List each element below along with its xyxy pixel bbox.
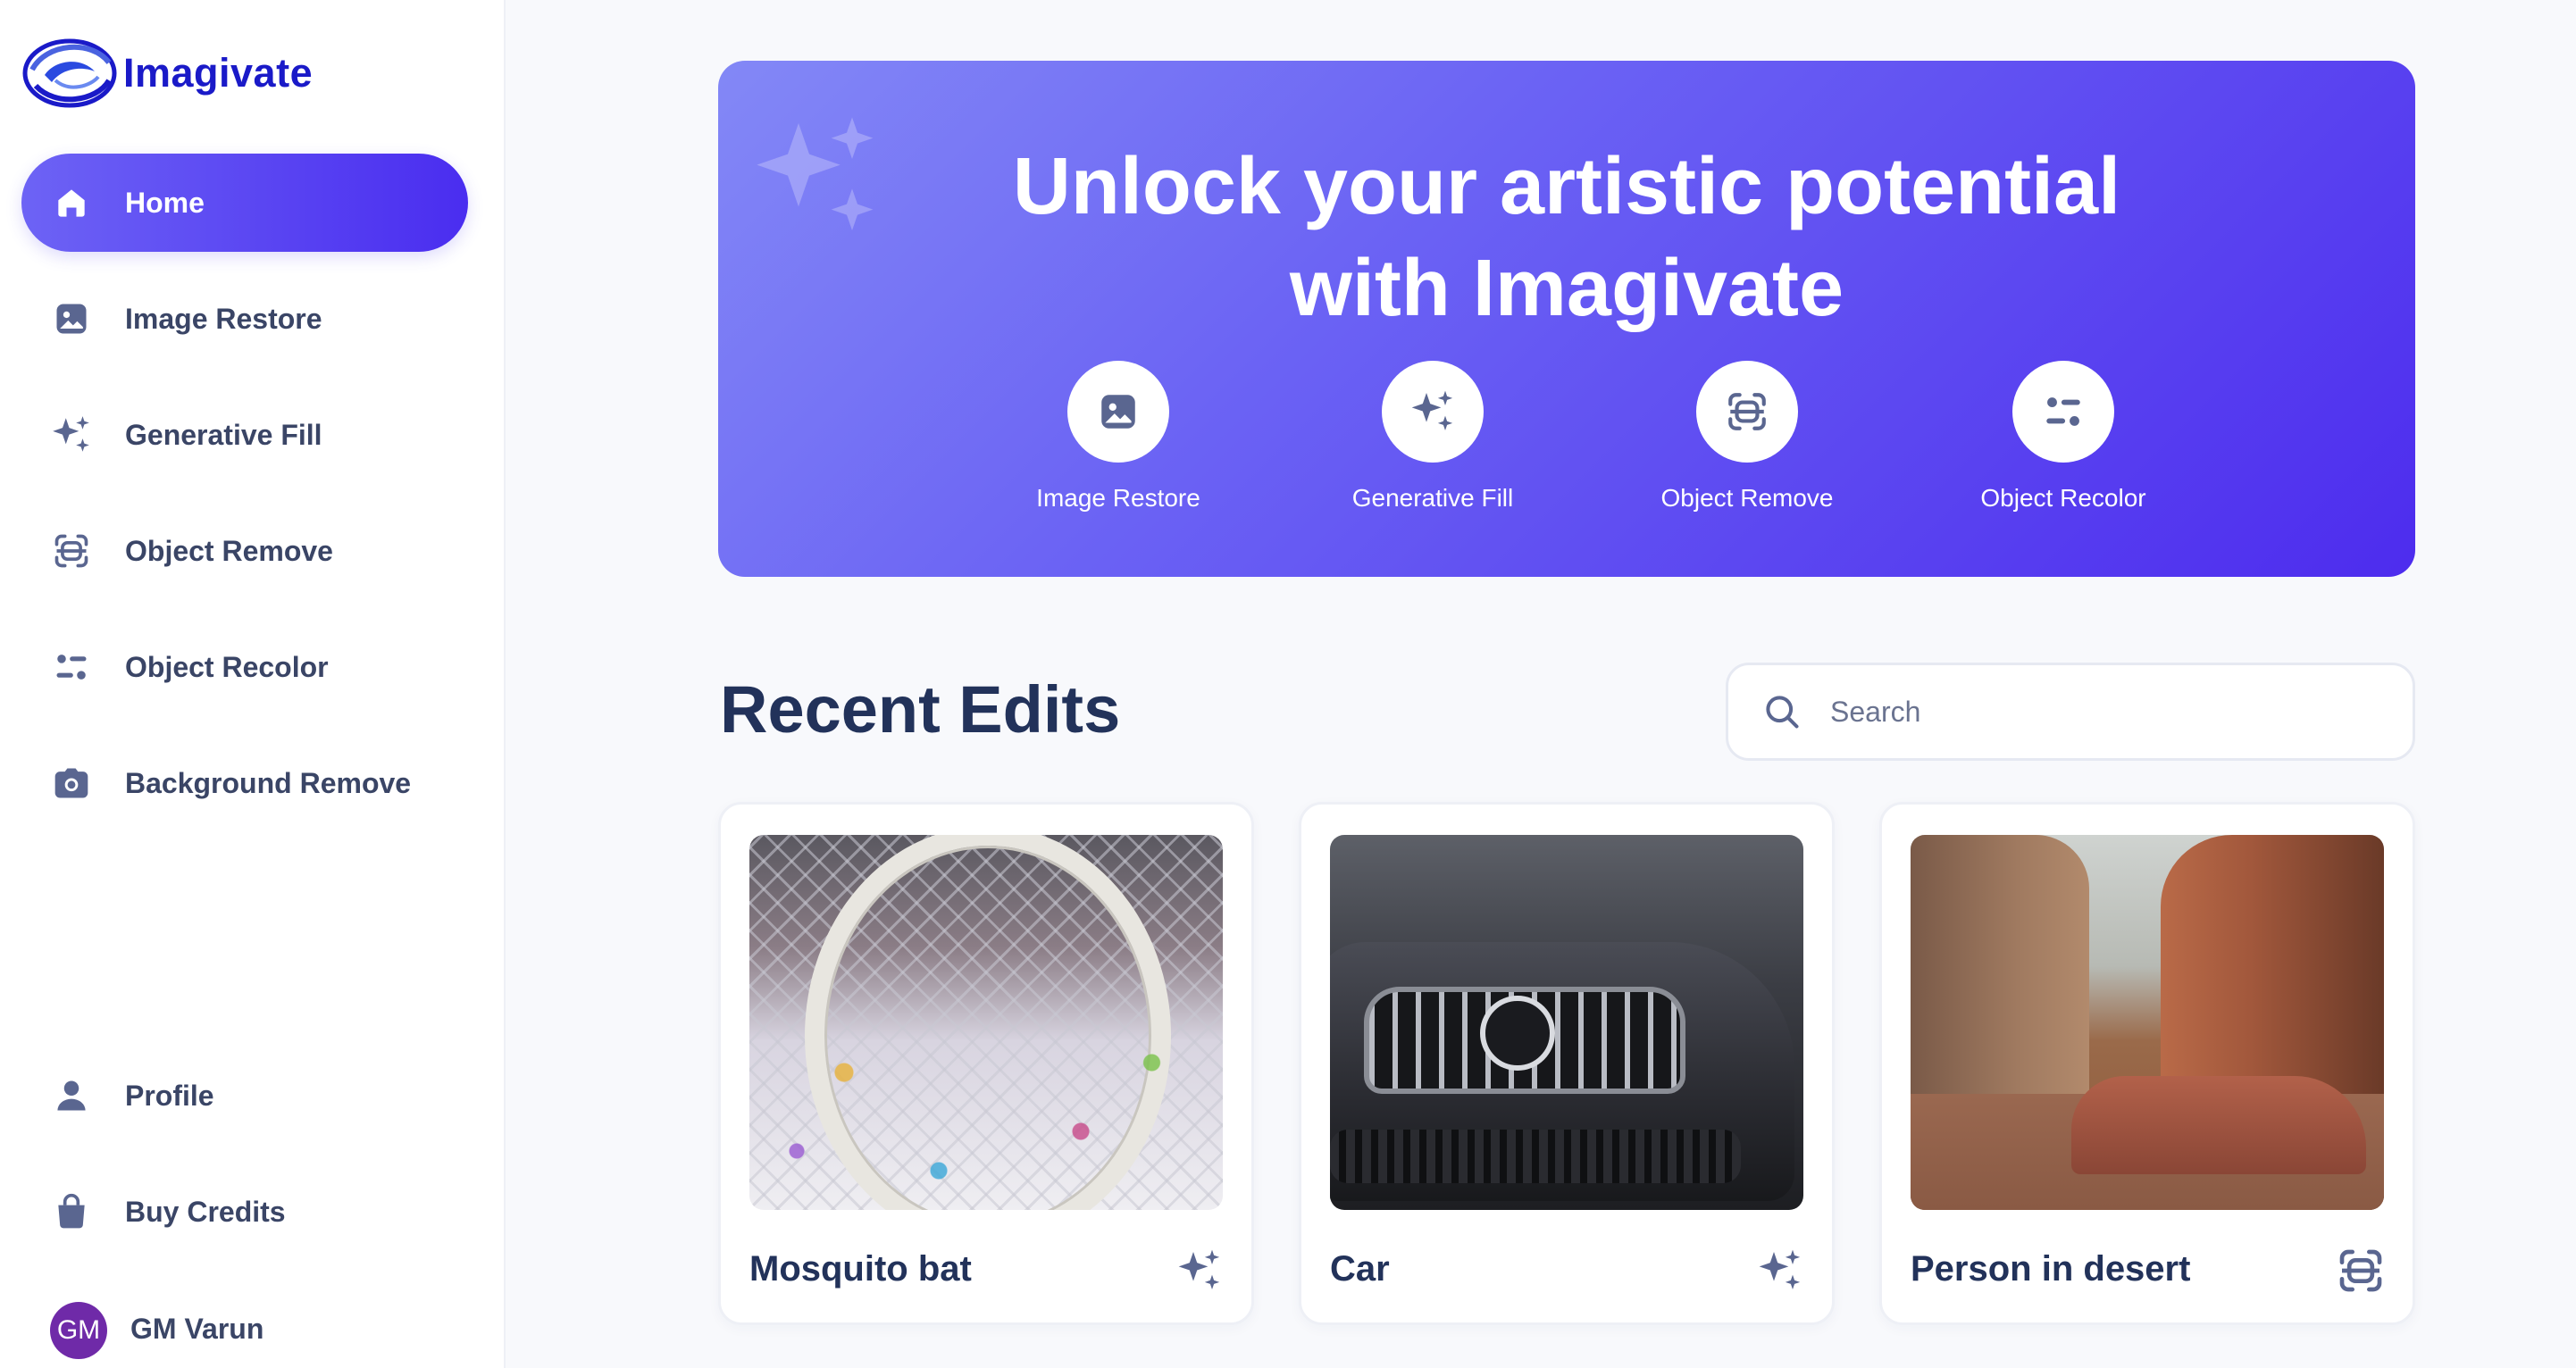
sidebar-item-label: Profile <box>125 1079 214 1112</box>
sidebar-item-object-recolor[interactable]: Object Recolor <box>21 618 468 716</box>
search-box[interactable] <box>1726 663 2415 761</box>
image-icon <box>46 294 96 344</box>
shopping-bag-icon <box>46 1187 96 1237</box>
sparkles-icon <box>1175 1246 1225 1296</box>
recent-edit-card[interactable]: Mosquito bat <box>718 802 1254 1325</box>
home-icon <box>46 178 96 228</box>
object-scan-icon <box>46 526 96 576</box>
feature-object-remove[interactable]: Object Remove <box>1640 361 1854 513</box>
sidebar: Imagivate Home Image Restore Generative … <box>0 0 506 1368</box>
card-thumbnail[interactable] <box>1911 835 2384 1210</box>
recent-edit-card[interactable]: Car <box>1299 802 1835 1325</box>
sidebar-item-profile[interactable]: Profile <box>21 1047 468 1145</box>
hero-title-line: with Imagivate <box>1289 244 1844 333</box>
feature-circle[interactable] <box>1696 361 1798 463</box>
feature-generative-fill[interactable]: Generative Fill <box>1326 361 1540 513</box>
hero-title-line: Unlock your artistic potential <box>1012 142 2121 231</box>
hero-banner: Unlock your artistic potential with Imag… <box>718 61 2415 577</box>
sidebar-item-label: Background Remove <box>125 766 412 799</box>
sidebar-item-image-restore[interactable]: Image Restore <box>21 270 468 368</box>
car-bumper <box>1330 1130 1741 1183</box>
card-thumbnail[interactable] <box>1330 835 1803 1210</box>
car-emblem <box>1480 996 1555 1071</box>
sidebar-item-generative-fill[interactable]: Generative Fill <box>21 386 468 484</box>
feature-label: Image Restore <box>1036 484 1200 512</box>
sidebar-item-label: Image Restore <box>125 302 322 335</box>
canyon-rock <box>2071 1076 2366 1174</box>
feature-circle[interactable] <box>1382 361 1484 463</box>
hero-title: Unlock your artistic potential with Imag… <box>718 136 2415 339</box>
feature-object-recolor[interactable]: Object Recolor <box>1956 361 2170 513</box>
tablecloth-pattern <box>749 1013 1223 1210</box>
app-logo[interactable]: Imagivate <box>20 36 313 111</box>
card-title: Car <box>1330 1249 1390 1289</box>
sparkles-icon <box>1408 387 1458 437</box>
sidebar-item-home[interactable]: Home <box>21 154 468 252</box>
sidebar-item-buy-credits[interactable]: Buy Credits <box>21 1163 468 1261</box>
card-title: Mosquito bat <box>749 1249 972 1289</box>
user-name[interactable]: GM Varun <box>130 1313 263 1346</box>
sparkles-icon <box>46 410 96 460</box>
feature-circle[interactable] <box>2012 361 2114 463</box>
card-thumbnail[interactable] <box>749 835 1223 1210</box>
sidebar-item-label: Buy Credits <box>125 1195 286 1228</box>
sidebar-item-label: Home <box>125 186 205 219</box>
camera-icon <box>46 758 96 808</box>
sidebar-item-background-remove[interactable]: Background Remove <box>21 734 468 832</box>
object-scan-icon <box>2336 1246 2386 1296</box>
sidebar-item-object-remove[interactable]: Object Remove <box>21 502 468 600</box>
card-title: Person in desert <box>1911 1249 2191 1289</box>
avatar[interactable]: GM <box>50 1302 107 1359</box>
recent-edit-card[interactable]: Person in desert <box>1879 802 2415 1325</box>
search-input[interactable] <box>1830 695 2366 729</box>
feature-circle[interactable] <box>1067 361 1169 463</box>
recolor-icon <box>2041 389 2086 434</box>
feature-image-restore[interactable]: Image Restore <box>1011 361 1225 513</box>
object-scan-icon <box>1725 389 1769 434</box>
feature-label: Object Remove <box>1660 484 1834 512</box>
sidebar-item-label: Generative Fill <box>125 418 322 451</box>
app-name: Imagivate <box>123 50 314 96</box>
recolor-icon <box>46 642 96 692</box>
sparkles-icon <box>1755 1246 1805 1296</box>
recent-edits-title: Recent Edits <box>720 672 1121 747</box>
feature-label: Generative Fill <box>1351 484 1514 512</box>
sidebar-item-label: Object Remove <box>125 534 333 567</box>
feature-label: Object Recolor <box>1980 484 2146 512</box>
user-icon <box>46 1071 96 1121</box>
search-icon <box>1762 692 1802 731</box>
image-icon <box>1096 389 1141 434</box>
logo-swirl-icon <box>22 38 117 108</box>
sidebar-item-label: Object Recolor <box>125 650 329 683</box>
